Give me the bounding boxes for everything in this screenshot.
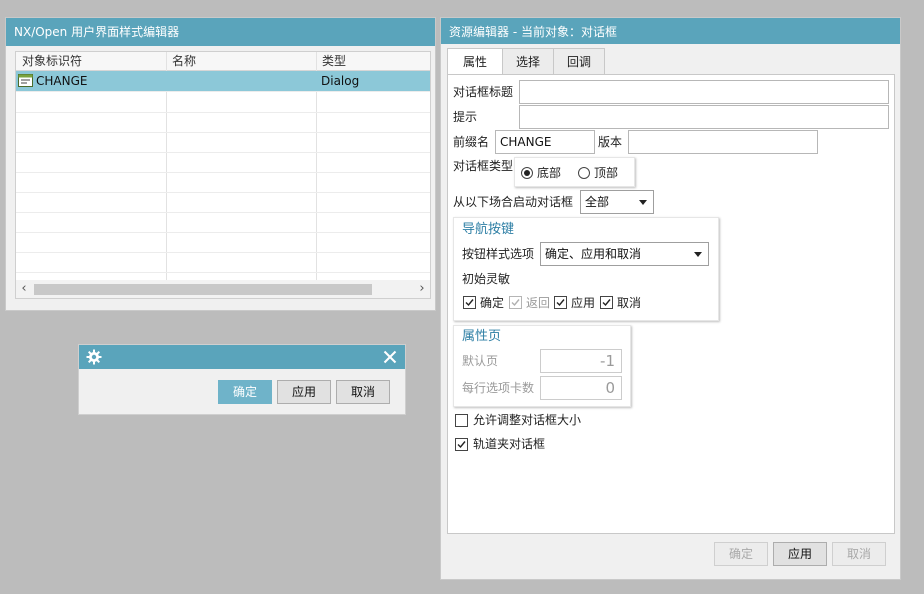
check-apply-label[interactable]: 应用 — [571, 294, 595, 312]
row-type: Dialog — [321, 74, 360, 88]
preview-apply-button[interactable]: 应用 — [277, 380, 331, 404]
default-page-label: 默认页 — [462, 354, 499, 368]
check-back-label: 返回 — [526, 296, 551, 310]
version-label: 版本 — [598, 135, 623, 149]
empty-row — [16, 152, 430, 173]
cancel-button[interactable]: 取消 — [832, 542, 886, 566]
tabs-per-row-input: 0 — [540, 376, 622, 400]
navigation-group-title: 导航按键 — [462, 222, 515, 237]
horizontal-scrollbar[interactable]: ‹ › — [16, 280, 430, 298]
radio-top[interactable] — [578, 167, 590, 179]
resource-editor-panel: 资源编辑器 - 当前对象：对话框 属性 选择 回调 对话框标题 提示 前缀名 C… — [440, 17, 901, 580]
tab-callbacks[interactable]: 回调 — [553, 48, 605, 75]
check-back — [509, 296, 522, 309]
empty-row — [16, 232, 430, 253]
launch-label: 从以下场合启动对话框 — [453, 195, 574, 209]
gear-icon — [86, 349, 102, 365]
property-page-title: 属性页 — [462, 329, 502, 344]
button-style-value: 确定、应用和取消 — [545, 247, 642, 261]
check-allow-resize[interactable] — [455, 414, 468, 427]
preview-ok-button[interactable]: 确定 — [218, 380, 272, 404]
chevron-down-icon — [639, 200, 647, 205]
tab-selection[interactable]: 选择 — [502, 48, 554, 75]
preview-cancel-button[interactable]: 取消 — [336, 380, 390, 404]
button-style-select[interactable]: 确定、应用和取消 — [540, 242, 709, 266]
resource-editor-title: 资源编辑器 - 当前对象：对话框 — [441, 18, 900, 44]
radio-bottom[interactable] — [521, 167, 533, 179]
check-cancel[interactable] — [600, 296, 613, 309]
empty-row — [16, 112, 430, 133]
check-dockable[interactable] — [455, 438, 468, 451]
property-page-group: 属性页 默认页 -1 每行选项卡数 0 — [453, 325, 631, 407]
ui-style-editor-panel: NX/Open 用户界面样式编辑器 对象标识符 名称 类型 CHANGE Dia… — [5, 17, 436, 311]
table-row[interactable]: CHANGE Dialog — [16, 71, 430, 92]
navigation-buttons-group: 导航按键 按钮样式选项 确定、应用和取消 初始灵敏 确定 返回 应用 取消 — [453, 217, 719, 321]
dialog-type-label: 对话框类型 — [453, 159, 514, 173]
radio-top-label[interactable]: 顶部 — [594, 164, 618, 182]
ui-style-editor-title: NX/Open 用户界面样式编辑器 — [6, 18, 435, 46]
dockable-label[interactable]: 轨道夹对话框 — [473, 435, 545, 453]
empty-row — [16, 252, 430, 273]
radio-bottom-label[interactable]: 底部 — [537, 164, 561, 182]
object-grid[interactable]: 对象标识符 名称 类型 CHANGE Dialog ‹ › — [15, 51, 431, 299]
ok-button[interactable]: 确定 — [714, 542, 768, 566]
dialog-title-label: 对话框标题 — [453, 85, 514, 99]
close-icon[interactable] — [382, 349, 398, 365]
empty-row — [16, 192, 430, 213]
prefix-label: 前缀名 — [453, 135, 490, 149]
column-header-identifier[interactable]: 对象标识符 — [22, 52, 82, 70]
grid-header: 对象标识符 名称 类型 — [16, 52, 430, 71]
initial-sensitivity-label: 初始灵敏 — [462, 272, 511, 286]
chevron-down-icon — [694, 252, 702, 257]
empty-row — [16, 212, 430, 233]
tab-properties[interactable]: 属性 — [447, 48, 503, 76]
hint-label: 提示 — [453, 110, 478, 124]
dialog-type-group: 底部 顶部 — [514, 157, 635, 187]
allow-resize-label[interactable]: 允许调整对话框大小 — [473, 411, 581, 429]
empty-row — [16, 172, 430, 193]
default-page-input: -1 — [540, 349, 622, 373]
dialog-title-input[interactable] — [519, 80, 889, 104]
dialog-preview-titlebar — [79, 345, 405, 369]
launch-select[interactable]: 全部 — [580, 190, 654, 214]
properties-content: 对话框标题 提示 前缀名 CHANGE 版本 对话框类型 底部 顶部 从以下场合… — [447, 74, 895, 534]
dialog-preview: 确定 应用 取消 — [78, 344, 406, 415]
dialog-icon — [18, 74, 33, 87]
scroll-left-icon[interactable]: ‹ — [16, 280, 32, 298]
check-cancel-label[interactable]: 取消 — [617, 294, 641, 312]
prefix-input[interactable]: CHANGE — [495, 130, 595, 154]
check-ok[interactable] — [463, 296, 476, 309]
column-header-type[interactable]: 类型 — [322, 52, 346, 70]
apply-button[interactable]: 应用 — [773, 542, 827, 566]
scroll-thumb[interactable] — [34, 284, 372, 295]
empty-row — [16, 132, 430, 153]
version-input[interactable] — [628, 130, 818, 154]
tabs-per-row-label: 每行选项卡数 — [462, 381, 535, 395]
launch-select-value: 全部 — [585, 195, 610, 209]
button-style-label: 按钮样式选项 — [462, 247, 535, 261]
empty-row — [16, 92, 430, 113]
hint-input[interactable] — [519, 105, 889, 129]
scroll-right-icon[interactable]: › — [414, 280, 430, 298]
column-header-name[interactable]: 名称 — [172, 52, 196, 70]
check-apply[interactable] — [554, 296, 567, 309]
row-identifier: CHANGE — [36, 74, 88, 88]
check-ok-label[interactable]: 确定 — [480, 294, 504, 312]
